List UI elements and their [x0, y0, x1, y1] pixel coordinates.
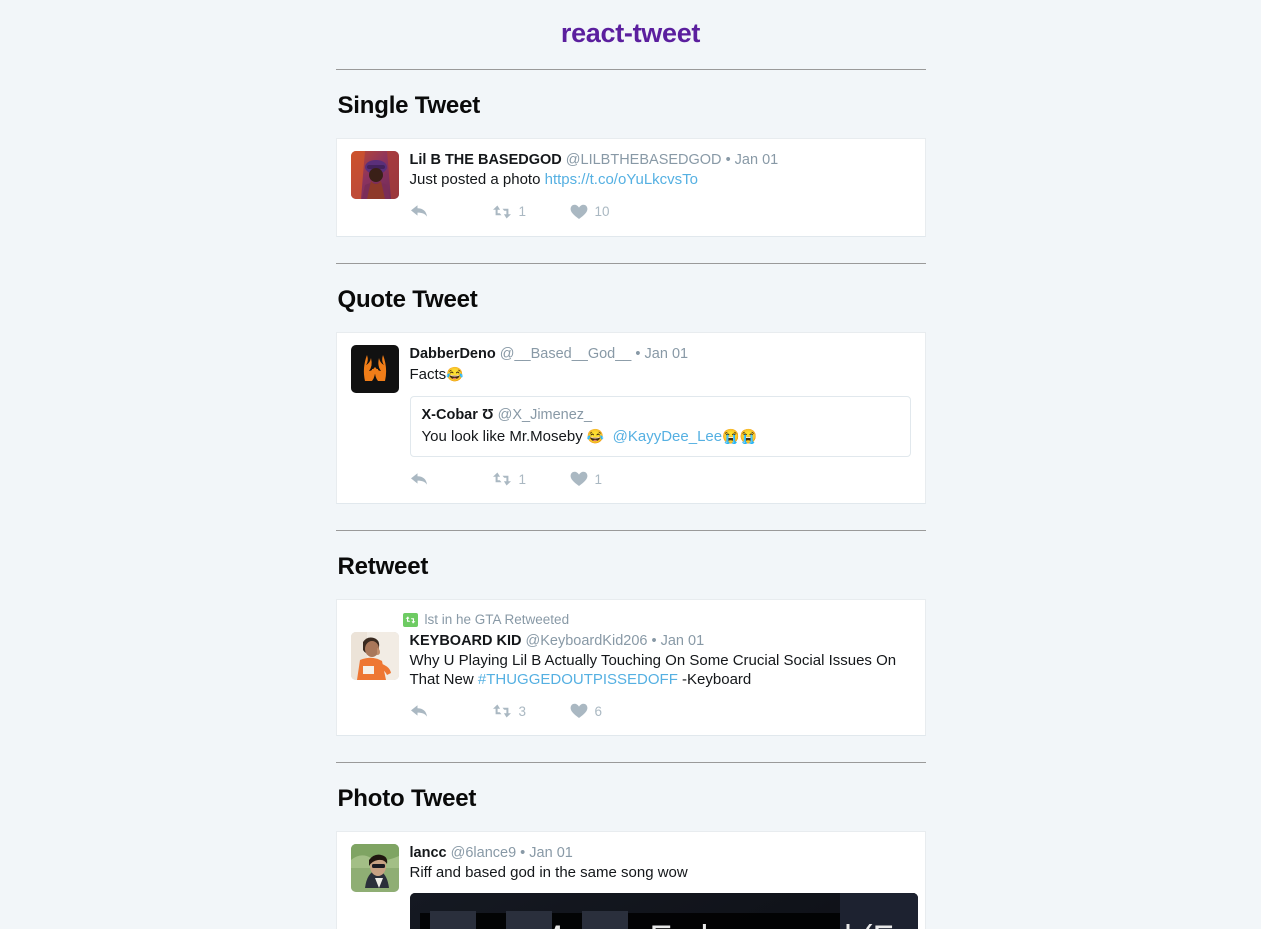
quoted-mention[interactable]: @KayyDee_Lee — [613, 428, 722, 445]
avatar-keyboard-kid-icon[interactable] — [350, 632, 399, 680]
tweet-author-handle[interactable]: @KeyboardKid206 — [526, 633, 648, 649]
crying-emoji-icon: 😭 — [722, 428, 740, 444]
reply-button[interactable] — [410, 204, 492, 219]
tweet-actions: 3 6 — [410, 703, 911, 719]
reply-icon — [410, 472, 428, 487]
tweet-head-separator: • — [520, 845, 526, 861]
tweet-text: Just posted a photo https://t.co/oYuLkcv… — [410, 171, 911, 190]
like-count: 10 — [594, 204, 610, 219]
laughing-emoji-icon: 😂 — [586, 428, 605, 444]
reply-icon — [410, 704, 428, 719]
tweet-actions: 1 1 — [410, 471, 911, 487]
tweet-actions: 1 10 — [410, 204, 911, 220]
retweet-icon — [492, 704, 512, 718]
avatar-lancc-icon[interactable] — [350, 844, 399, 892]
page-title: react-tweet — [560, 18, 701, 48]
quoted-tweet-text: You look like Mr.Moseby 😂 @KayyDee_Lee😭😭 — [422, 427, 899, 446]
retweet-count: 1 — [518, 204, 527, 219]
tweet-body: DabberDeno @__Based__God__ • Jan 01 Fact… — [350, 344, 911, 494]
reply-button[interactable] — [410, 704, 492, 719]
tweet-header: KEYBOARD KID @KeyboardKid206 • Jan 01 — [410, 632, 911, 651]
tweet-body: KEYBOARD KID @KeyboardKid206 • Jan 01 Wh… — [350, 632, 911, 725]
tweet-card-retweet[interactable]: lst in he GTA Retweeted KEYBOARD KID @Ke… — [335, 599, 926, 736]
like-count: 6 — [594, 703, 603, 719]
avatar-lil-b-icon[interactable] — [350, 151, 399, 199]
tweet-text-part: Facts — [409, 365, 447, 383]
retweet-banner-text: lst in he GTA Retweeted — [424, 612, 570, 627]
retweet-banner: lst in he GTA Retweeted — [351, 612, 911, 627]
tweet-author-name[interactable]: lancc — [410, 845, 447, 861]
tweet-body: lancc @6lance9 • Jan 01 Riff and based g… — [350, 844, 918, 929]
like-button[interactable]: 1 — [570, 471, 603, 487]
retweet-icon — [492, 205, 512, 219]
section-heading-photo-tweet: Photo Tweet — [337, 785, 477, 812]
tweet-author-handle[interactable]: @6lance9 — [451, 845, 517, 861]
heart-icon — [570, 471, 588, 487]
tweet-timestamp[interactable]: Jan 01 — [735, 152, 779, 168]
section-heading-single-tweet: Single Tweet — [337, 92, 481, 119]
tweet-link[interactable]: https://t.co/oYuLkcvsTo — [545, 171, 698, 188]
tweet-timestamp[interactable]: Jan 01 — [529, 845, 573, 861]
tweet-author-handle[interactable]: @__Based__God__ — [500, 346, 632, 362]
quoted-text-part: You look like Mr.Moseby — [421, 428, 587, 445]
tweet-main: Lil B THE BASEDGOD @LILBTHEBASEDGOD • Ja… — [410, 151, 911, 226]
heart-icon — [570, 204, 588, 220]
tweet-text-part: Just posted a photo — [409, 171, 545, 188]
like-count: 1 — [594, 471, 603, 487]
tweet-author-handle[interactable]: @LILBTHEBASEDGOD — [566, 152, 722, 168]
tweet-card-single[interactable]: Lil B THE BASEDGOD @LILBTHEBASEDGOD • Ja… — [335, 138, 926, 237]
tweet-head-separator: • — [725, 152, 731, 168]
tweet-author-name[interactable]: Lil B THE BASEDGOD — [410, 152, 562, 168]
section-heading-retweet: Retweet — [337, 553, 429, 580]
tweet-head-separator: • — [635, 345, 641, 362]
tweet-text-part-after: -Keyboard — [677, 670, 752, 688]
retweet-icon — [492, 472, 512, 486]
tweet-main: lancc @6lance9 • Jan 01 Riff and based g… — [409, 844, 918, 929]
heart-icon — [570, 703, 588, 719]
tweet-card-quote[interactable]: DabberDeno @__Based__God__ • Jan 01 Fact… — [335, 331, 926, 504]
section-heading-quote-tweet: Quote Tweet — [337, 285, 478, 313]
like-button[interactable]: 10 — [570, 204, 610, 220]
tweet-text: Why U Playing Lil B Actually Touching On… — [410, 652, 911, 689]
retweet-button[interactable]: 1 — [492, 472, 570, 487]
quoted-tweet-box[interactable]: X-Cobar Ʊ @X_Jimenez_ You look like Mr.M… — [409, 396, 911, 457]
tweet-header: DabberDeno @__Based__God__ • Jan 01 — [410, 345, 911, 364]
avatar-dabberdeno-icon[interactable] — [350, 344, 399, 393]
tweet-timestamp[interactable]: Jan 01 — [645, 346, 689, 362]
content-column: Single Tweet Lil B THE BASEDGOD @LILBTHE… — [335, 69, 926, 929]
tweet-header: Lil B THE BASEDGOD @LILBTHEBASEDGOD • Ja… — [410, 151, 911, 170]
tweet-body: Lil B THE BASEDGOD @LILBTHEBASEDGOD • Ja… — [350, 151, 911, 226]
page-root: react-tweet Single Tweet Lil B THE BASED… — [0, 0, 1261, 929]
retweet-button[interactable]: 3 — [492, 704, 570, 719]
tweet-timestamp[interactable]: Jan 01 — [661, 633, 705, 649]
reply-icon — [410, 204, 428, 219]
tweet-author-name[interactable]: DabberDeno — [410, 346, 496, 362]
quoted-author-handle[interactable]: @X_Jimenez_ — [498, 407, 593, 423]
like-button[interactable]: 6 — [570, 703, 603, 719]
retweet-badge-icon — [402, 612, 418, 627]
tweet-author-name[interactable]: KEYBOARD KID — [410, 633, 522, 649]
reply-button[interactable] — [410, 472, 492, 487]
quoted-tweet-header: X-Cobar Ʊ @X_Jimenez_ — [422, 406, 899, 425]
tweet-text: Riff and based god in the same song wow — [409, 864, 688, 881]
tweet-text: Facts😂 — [410, 365, 911, 385]
tweet-hashtag[interactable]: #THUGGEDOUTPISSEDOFF — [478, 671, 678, 688]
tweet-photo[interactable]: Gucci Mane - Embarrassed (Feat. Post Mal… — [409, 892, 918, 929]
tweet-card-photo[interactable]: lancc @6lance9 • Jan 01 Riff and based g… — [335, 831, 926, 929]
retweet-button[interactable]: 1 — [492, 204, 570, 219]
retweet-count: 1 — [518, 471, 527, 487]
quoted-author-name[interactable]: X-Cobar — [422, 407, 478, 423]
tweet-main: DabberDeno @__Based__God__ • Jan 01 Fact… — [409, 345, 911, 494]
laughing-emoji-icon: 😂 — [446, 365, 464, 382]
tweet-head-separator: • — [651, 633, 657, 649]
crying-emoji-icon-2: 😭 — [739, 428, 757, 444]
retweet-count: 3 — [518, 703, 527, 719]
quoted-author-name-suffix: Ʊ — [481, 407, 494, 423]
tweet-header: lancc @6lance9 • Jan 01 — [410, 844, 911, 863]
tweet-main: KEYBOARD KID @KeyboardKid206 • Jan 01 Wh… — [410, 632, 911, 725]
